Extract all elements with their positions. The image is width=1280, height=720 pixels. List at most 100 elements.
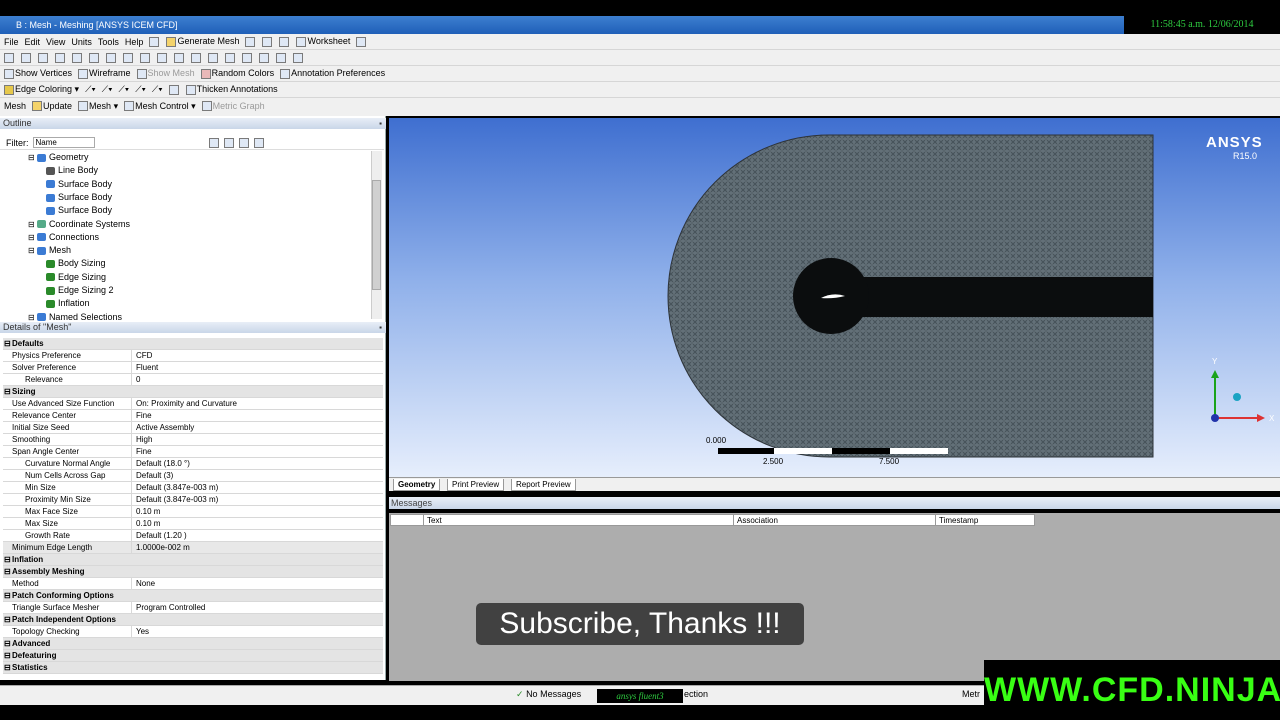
tree-node[interactable]: Surface Body [46, 204, 112, 217]
edge-display-2[interactable]: ⟋▾ [102, 84, 113, 95]
tree-node[interactable]: Inflation [46, 297, 90, 310]
tab-geometry[interactable]: Geometry [393, 479, 441, 491]
help-cursor-icon[interactable] [356, 36, 367, 47]
filter-clear-icon[interactable] [224, 137, 234, 148]
details-row[interactable]: ⊟ Sizing [3, 386, 383, 398]
details-value[interactable]: Program Controlled [131, 602, 383, 614]
expand-icon[interactable]: ⊟ [28, 220, 37, 229]
previous-view-icon[interactable] [225, 52, 235, 63]
details-row[interactable]: Relevance 0 [3, 374, 383, 386]
line-thickness-icon[interactable] [168, 84, 179, 95]
viewports-icon[interactable] [293, 52, 303, 63]
zoom-icon[interactable] [157, 52, 167, 63]
select-mode-icon[interactable] [38, 52, 48, 63]
details-value[interactable]: Default (3.847e-003 m) [131, 482, 383, 494]
expand-icon[interactable]: ⊟ [4, 590, 11, 602]
edge-select-icon[interactable] [72, 52, 82, 63]
edge-display-3[interactable]: ⟋▾ [118, 84, 129, 95]
tree-node[interactable]: ⊟ Coordinate Systems [28, 218, 130, 231]
axis-triad[interactable]: Y X [1211, 357, 1275, 423]
magnifier-icon[interactable] [208, 52, 218, 63]
vertex-select-icon[interactable] [55, 52, 65, 63]
expand-icon[interactable]: ⊟ [28, 153, 37, 162]
menu-units[interactable]: Units [71, 37, 92, 47]
outline-scroll-thumb[interactable] [372, 180, 381, 290]
details-value[interactable]: None [131, 578, 383, 590]
edge-display-5[interactable]: ⟋▾ [152, 84, 163, 95]
worksheet-button[interactable]: Worksheet [296, 36, 350, 47]
details-row[interactable]: Span Angle Center Fine [3, 446, 383, 458]
details-row[interactable]: ⊟ Assembly Meshing [3, 566, 383, 578]
details-row[interactable]: Curvature Normal Angle Default (18.0 °) [3, 458, 383, 470]
edge-display-1[interactable]: ⟋▾ [85, 84, 96, 95]
show-vertices-button[interactable]: Show Vertices [4, 68, 72, 79]
details-row[interactable]: Relevance Center Fine [3, 410, 383, 422]
expand-icon[interactable]: ⊟ [28, 233, 37, 242]
pan-icon[interactable] [140, 52, 150, 63]
pin-icon[interactable] [4, 52, 14, 63]
details-row[interactable]: ⊟ Patch Conforming Options [3, 590, 383, 602]
select-icon[interactable] [149, 36, 160, 47]
tree-node[interactable]: Surface Body [46, 178, 112, 191]
tree-node[interactable]: Line Body [46, 164, 98, 177]
expand-icon[interactable]: ⊟ [4, 650, 11, 662]
zoom-box-icon[interactable] [174, 52, 184, 63]
mesh-dropdown[interactable]: Mesh ▾ [78, 101, 118, 112]
annotation-prefs-button[interactable]: Annotation Preferences [280, 68, 385, 79]
tree-node[interactable]: Edge Sizing 2 [46, 284, 114, 297]
graphics-viewport[interactable]: 0.000 2.500 7.500 Y X [389, 118, 1280, 477]
body-select-icon[interactable] [106, 52, 116, 63]
preview-icon[interactable] [245, 36, 256, 47]
details-row[interactable]: Minimum Edge Length 1.0000e-002 m [3, 542, 383, 554]
details-row[interactable]: Initial Size Seed Active Assembly [3, 422, 383, 434]
col-text[interactable]: Text [423, 515, 733, 526]
outline-pin-icon[interactable]: ▪ [379, 118, 382, 129]
details-value[interactable]: High [131, 434, 383, 446]
details-value[interactable]: 0.10 m [131, 518, 383, 530]
set-view-icon[interactable] [276, 52, 286, 63]
menu-view[interactable]: View [46, 37, 65, 47]
menu-file[interactable]: File [4, 37, 19, 47]
tree-node[interactable]: Body Sizing [46, 257, 106, 270]
show-icon[interactable] [262, 36, 273, 47]
details-row[interactable]: ⊟ Advanced [3, 638, 383, 650]
expand-icon[interactable]: ⊟ [28, 246, 37, 255]
expand-icon[interactable]: ⊟ [28, 313, 37, 322]
details-value[interactable]: Yes [131, 626, 383, 638]
col-timestamp[interactable]: Timestamp [935, 515, 1035, 526]
filter-select[interactable]: Name [32, 137, 95, 148]
details-value[interactable]: On: Proximity and Curvature [131, 398, 383, 410]
details-value[interactable]: Fine [131, 410, 383, 422]
details-row[interactable]: Triangle Surface Mesher Program Controlle… [3, 602, 383, 614]
table-icon[interactable] [279, 36, 290, 47]
details-value[interactable]: Default (1.20 ) [131, 530, 383, 542]
details-value[interactable]: Default (18.0 °) [131, 458, 383, 470]
random-colors-button[interactable]: Random Colors [200, 68, 274, 79]
expand-icon[interactable]: ⊟ [4, 554, 11, 566]
details-row[interactable]: Max Face Size 0.10 m [3, 506, 383, 518]
menu-help[interactable]: Help [125, 37, 144, 47]
details-value[interactable]: Fine [131, 446, 383, 458]
expand-icon[interactable]: ⊟ [4, 338, 11, 350]
show-mesh-button[interactable]: Show Mesh [136, 68, 195, 79]
col-association[interactable]: Association [733, 515, 935, 526]
details-value[interactable]: Active Assembly [131, 422, 383, 434]
tree-node[interactable]: ⊟ Geometry [28, 151, 88, 164]
thicken-annotations-button[interactable]: Thicken Annotations [185, 84, 278, 95]
expand-icon[interactable]: ⊟ [4, 614, 11, 626]
details-value[interactable]: CFD [131, 350, 383, 362]
metric-graph-button[interactable]: Metric Graph [201, 101, 265, 112]
details-row[interactable]: ⊟ Defaults [3, 338, 383, 350]
menu-edit[interactable]: Edit [25, 37, 41, 47]
details-row[interactable]: Use Advanced Size Function On: Proximity … [3, 398, 383, 410]
tree-node[interactable]: Surface Body [46, 191, 112, 204]
tree-node[interactable]: ⊟ Connections [28, 231, 99, 244]
details-row[interactable]: Min Size Default (3.847e-003 m) [3, 482, 383, 494]
details-row[interactable]: Physics Preference CFD [3, 350, 383, 362]
expand-icon[interactable]: ⊟ [4, 386, 11, 398]
wireframe-button[interactable]: Wireframe [78, 68, 131, 79]
zoom-fit-icon[interactable] [191, 52, 201, 63]
expand-icon[interactable]: ⊟ [4, 566, 11, 578]
filter-arrow-icon[interactable] [239, 137, 249, 148]
details-value[interactable]: Default (3) [131, 470, 383, 482]
